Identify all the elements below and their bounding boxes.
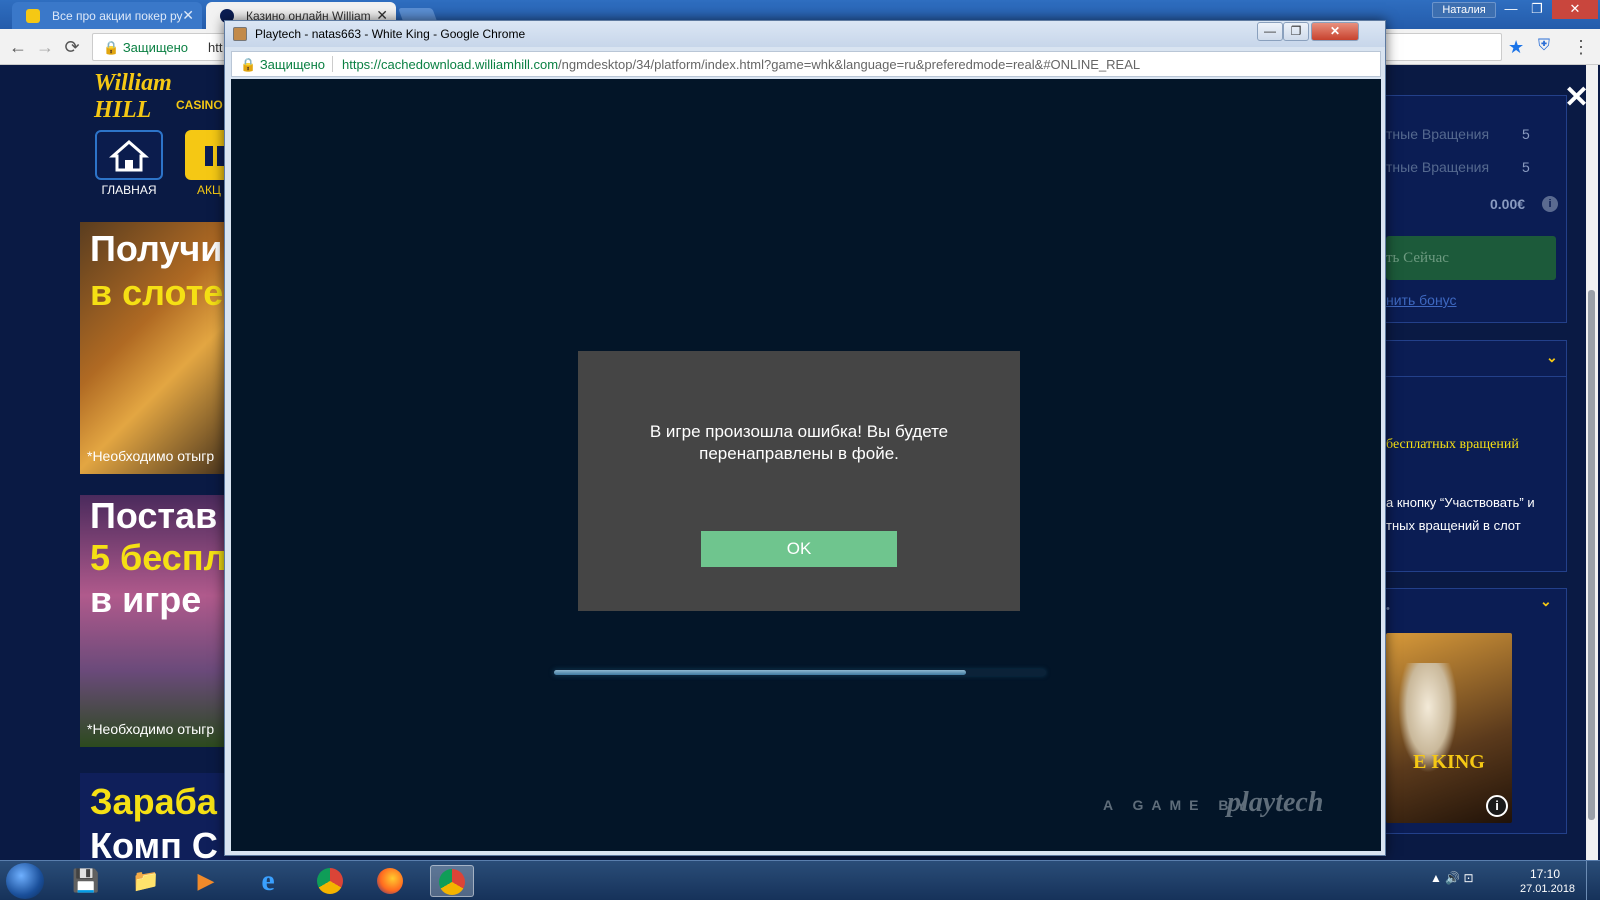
profile-badge[interactable]: Наталия — [1432, 2, 1496, 18]
promo-banner[interactable]: Постав 5 беспл в игре *Необходимо отыгр — [80, 495, 240, 747]
chevron-down-icon[interactable]: ⌄ — [1540, 593, 1552, 610]
error-message: В игре произошла ошибка! Вы будете перен… — [649, 422, 949, 463]
floppy-icon[interactable]: 💾 — [64, 865, 108, 897]
playtech-logo: playtech — [1227, 787, 1324, 818]
cancel-bonus-link[interactable]: нить бонус — [1386, 292, 1457, 308]
bookmark-star-icon[interactable]: ★ — [1508, 37, 1524, 58]
panel-header[interactable]: ⌄ — [1386, 341, 1566, 377]
play-now-button[interactable]: ть Сейчас — [1386, 236, 1556, 280]
promo-details-panel: ⌄ бесплатных вращений а кнопку “Участвов… — [1385, 340, 1567, 572]
url-path: /ngmdesktop/34/platform/index.html?game=… — [558, 57, 1141, 72]
tab-poker-promos[interactable]: Все про акции покер ру ✕ — [12, 2, 202, 29]
divider — [332, 56, 333, 72]
window-minimize-button[interactable]: — — [1498, 0, 1524, 19]
home-nav-label[interactable]: ГЛАВНАЯ — [95, 183, 163, 197]
system-tray[interactable]: ▲ 🔊 ⊡ — [1430, 871, 1474, 885]
internet-explorer-icon[interactable]: e — [246, 865, 290, 897]
reload-icon[interactable]: ⟳ — [62, 37, 82, 58]
info-icon[interactable]: i — [1486, 795, 1508, 817]
free-spins-label: тные Вращения — [1386, 126, 1490, 142]
loading-progress-bar — [553, 669, 1046, 676]
panel-title: • — [1386, 603, 1390, 615]
logo-text: William HILL — [94, 70, 172, 123]
home-icon — [109, 140, 149, 172]
error-dialog: В игре произошла ошибка! Вы будете перен… — [578, 351, 1020, 611]
popup-address-bar[interactable]: 🔒 Защищено https://cachedownload.william… — [231, 51, 1381, 77]
game-thumbnail-title: E KING — [1413, 751, 1485, 773]
clock-time[interactable]: 17:10 — [1530, 867, 1560, 881]
banner-headline: в слоте — [90, 272, 224, 313]
windows-taskbar: 💾 📁 ▶ e ▲ 🔊 ⊡ 17:10 27.01.2018 — [0, 860, 1600, 900]
popup-titlebar[interactable]: Playtech - natas663 - White King - Googl… — [225, 21, 1385, 47]
banner-headline: Комп С — [90, 825, 218, 863]
banner-headline: Получи — [90, 228, 223, 269]
banner-headline: в игре — [90, 579, 202, 620]
free-spins-count: 5 — [1522, 159, 1530, 175]
url-text: htt — [208, 40, 223, 55]
loading-progress-fill — [554, 670, 966, 675]
secure-label: 🔒 Защищено — [103, 40, 189, 55]
chrome-active-icon[interactable] — [430, 865, 474, 897]
promo-banner[interactable]: Получи в слоте *Необходимо отыгр — [80, 222, 240, 474]
info-icon[interactable]: i — [1542, 196, 1558, 212]
secure-label: 🔒 Защищено — [240, 57, 326, 72]
url-host: https://cachedownload.williamhill.com — [342, 57, 559, 72]
popup-maximize-button[interactable]: ❐ — [1283, 22, 1309, 41]
banner-note: *Необходимо отыгр — [87, 448, 215, 464]
promo-banner[interactable]: Зараба Комп С — [80, 773, 240, 863]
chevron-down-icon[interactable]: ⌄ — [1546, 349, 1558, 366]
promotions-nav-label[interactable]: АКЦ — [197, 183, 221, 197]
bonus-panel: тные Вращения 5 тные Вращения 5 0.00€ i … — [1385, 95, 1567, 323]
promo-title: бесплатных вращений — [1386, 437, 1519, 452]
white-king-game-thumbnail[interactable]: E KING i — [1386, 633, 1512, 823]
william-hill-logo[interactable]: William HILL CASINO — [94, 70, 224, 123]
browser-menu-icon[interactable]: ⋮ — [1572, 37, 1590, 58]
chrome-icon[interactable] — [308, 865, 352, 897]
free-spins-count: 5 — [1522, 126, 1530, 142]
ok-button[interactable]: OK — [701, 531, 897, 567]
playtech-favicon-icon — [233, 27, 247, 41]
explorer-icon[interactable]: 📁 — [124, 865, 168, 897]
scrollbar-thumb[interactable] — [1588, 290, 1595, 820]
popup-close-button[interactable]: ✕ — [1311, 22, 1359, 41]
banner-headline: Постав — [90, 495, 218, 536]
banner-headline: 5 беспл — [90, 537, 227, 578]
popup-title: Playtech - natas663 - White King - Googl… — [255, 27, 526, 41]
home-nav-button[interactable] — [95, 130, 163, 180]
game-popup-window: Playtech - natas663 - White King - Googl… — [224, 20, 1386, 856]
clock-date[interactable]: 27.01.2018 — [1520, 883, 1575, 895]
show-desktop-button[interactable] — [1586, 861, 1600, 900]
bonus-balance: 0.00€ — [1490, 196, 1526, 212]
media-player-icon[interactable]: ▶ — [184, 865, 228, 897]
forward-icon[interactable]: → — [35, 37, 55, 58]
window-maximize-button[interactable]: ❐ — [1524, 0, 1550, 19]
window-close-button[interactable]: ✕ — [1552, 0, 1598, 19]
popup-minimize-button[interactable]: — — [1257, 22, 1283, 41]
back-icon[interactable]: ← — [8, 37, 28, 58]
popup-url: https://cachedownload.williamhill.com/ng… — [342, 57, 1140, 72]
banner-headline: Зараба — [90, 781, 217, 822]
promo-description: а кнопку “Участвовать” и тных вращений в… — [1386, 495, 1535, 533]
logo-subtext: CASINO — [176, 98, 223, 112]
game-panel: • ⌄ E KING i — [1385, 588, 1567, 834]
start-button[interactable] — [6, 863, 44, 899]
free-spins-label: тные Вращения — [1386, 159, 1490, 175]
firefox-icon[interactable] — [368, 865, 412, 897]
game-canvas: В игре произошла ошибка! Вы будете перен… — [231, 79, 1381, 851]
tab-favicon — [26, 9, 40, 23]
tab-title: Все про акции покер ру — [52, 9, 183, 23]
extension-shield-icon[interactable]: ⛨ — [1538, 37, 1550, 55]
close-tab-icon[interactable]: ✕ — [182, 7, 194, 24]
banner-note: *Необходимо отыгр — [87, 721, 215, 737]
